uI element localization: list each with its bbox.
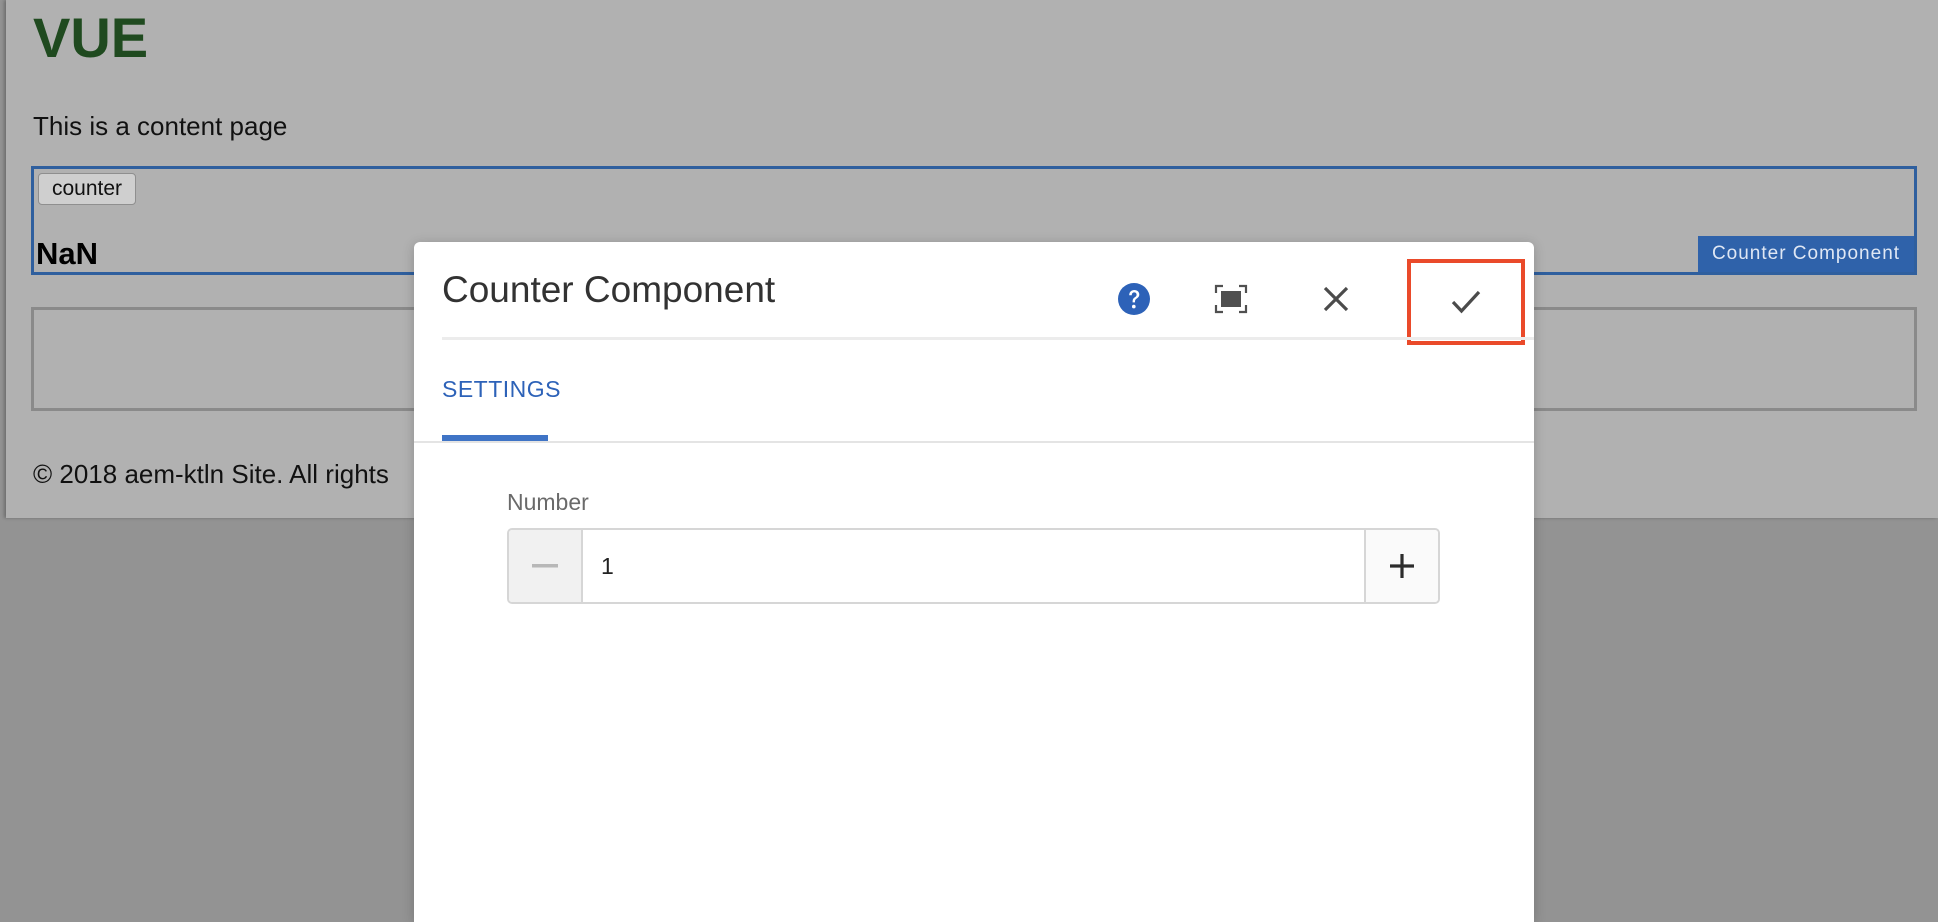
minus-icon	[532, 564, 558, 568]
fullscreen-button[interactable]	[1201, 270, 1261, 328]
number-stepper[interactable]	[507, 528, 1440, 604]
number-field-label: Number	[507, 489, 589, 515]
plus-icon	[1390, 554, 1414, 578]
done-button[interactable]	[1407, 259, 1525, 345]
page-title: VUE	[33, 6, 149, 69]
header-divider	[442, 337, 1534, 340]
decrement-button[interactable]	[509, 530, 583, 602]
counter-value: NaN	[36, 236, 99, 271]
component-label-tag[interactable]: Counter Component	[1698, 236, 1914, 272]
counter-button[interactable]: counter	[38, 173, 137, 205]
close-button[interactable]	[1306, 270, 1366, 328]
content-text: This is a content page	[33, 111, 288, 141]
dialog-title: Counter Component	[442, 269, 776, 310]
tabs-divider	[414, 441, 1534, 443]
help-button[interactable]	[1104, 270, 1164, 328]
component-dialog: Counter Component SETTINGS Number	[414, 242, 1534, 922]
help-icon	[1118, 283, 1150, 315]
increment-button[interactable]	[1364, 530, 1438, 602]
footer-copyright: © 2018 aem-ktln Site. All rights	[33, 459, 389, 489]
number-input[interactable]	[583, 530, 1364, 602]
fullscreen-icon	[1214, 284, 1248, 314]
close-icon	[1323, 286, 1349, 312]
tab-settings[interactable]: SETTINGS	[442, 374, 561, 404]
checkmark-icon	[1451, 290, 1481, 314]
